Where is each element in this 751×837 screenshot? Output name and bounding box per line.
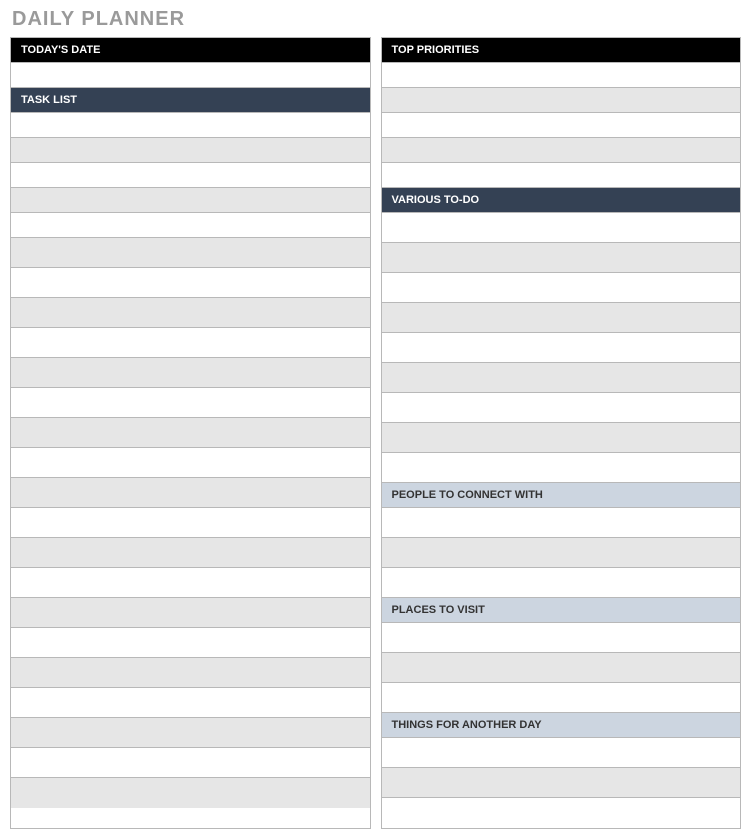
another-day-row[interactable] — [382, 798, 741, 828]
page-title: DAILY PLANNER — [12, 8, 741, 31]
task-row[interactable] — [11, 658, 370, 688]
todo-row[interactable] — [382, 273, 741, 303]
task-row[interactable] — [11, 718, 370, 748]
priority-row[interactable] — [382, 63, 741, 88]
planner-columns: TODAY'S DATE TASK LIST TOP PRIORITIES — [10, 37, 741, 829]
another-day-row[interactable] — [382, 738, 741, 768]
task-row[interactable] — [11, 238, 370, 268]
things-another-day-header: THINGS FOR ANOTHER DAY — [382, 713, 741, 738]
people-row[interactable] — [382, 508, 741, 538]
priority-row[interactable] — [382, 113, 741, 138]
places-visit-header: PLACES TO VISIT — [382, 598, 741, 623]
task-row[interactable] — [11, 778, 370, 808]
task-row[interactable] — [11, 628, 370, 658]
priority-row[interactable] — [382, 163, 741, 188]
task-row[interactable] — [11, 358, 370, 388]
task-row[interactable] — [11, 298, 370, 328]
places-row[interactable] — [382, 653, 741, 683]
todo-row[interactable] — [382, 423, 741, 453]
task-row[interactable] — [11, 598, 370, 628]
todo-row[interactable] — [382, 453, 741, 483]
task-row[interactable] — [11, 538, 370, 568]
task-row[interactable] — [11, 188, 370, 213]
task-row[interactable] — [11, 328, 370, 358]
task-row[interactable] — [11, 113, 370, 138]
task-row[interactable] — [11, 213, 370, 238]
people-connect-header: PEOPLE TO CONNECT WITH — [382, 483, 741, 508]
task-row[interactable] — [11, 568, 370, 598]
todo-row[interactable] — [382, 363, 741, 393]
places-row[interactable] — [382, 683, 741, 713]
places-row[interactable] — [382, 623, 741, 653]
todo-row[interactable] — [382, 333, 741, 363]
todo-row[interactable] — [382, 393, 741, 423]
task-row[interactable] — [11, 138, 370, 163]
task-list-header: TASK LIST — [11, 88, 370, 113]
various-todo-header: VARIOUS TO-DO — [382, 188, 741, 213]
priority-row[interactable] — [382, 138, 741, 163]
task-row[interactable] — [11, 688, 370, 718]
people-row[interactable] — [382, 568, 741, 598]
task-row[interactable] — [11, 163, 370, 188]
priority-row[interactable] — [382, 88, 741, 113]
todo-row[interactable] — [382, 213, 741, 243]
task-row[interactable] — [11, 748, 370, 778]
task-row[interactable] — [11, 388, 370, 418]
people-row[interactable] — [382, 538, 741, 568]
task-row[interactable] — [11, 448, 370, 478]
task-row[interactable] — [11, 418, 370, 448]
left-column: TODAY'S DATE TASK LIST — [10, 37, 371, 829]
top-priorities-header: TOP PRIORITIES — [382, 38, 741, 63]
another-day-row[interactable] — [382, 768, 741, 798]
task-row[interactable] — [11, 508, 370, 538]
todo-row[interactable] — [382, 243, 741, 273]
task-row[interactable] — [11, 268, 370, 298]
todo-row[interactable] — [382, 303, 741, 333]
date-row[interactable] — [11, 63, 370, 88]
task-row[interactable] — [11, 478, 370, 508]
todays-date-header: TODAY'S DATE — [11, 38, 370, 63]
right-column: TOP PRIORITIES VARIOUS TO-DO PEOPLE TO C… — [381, 37, 742, 829]
